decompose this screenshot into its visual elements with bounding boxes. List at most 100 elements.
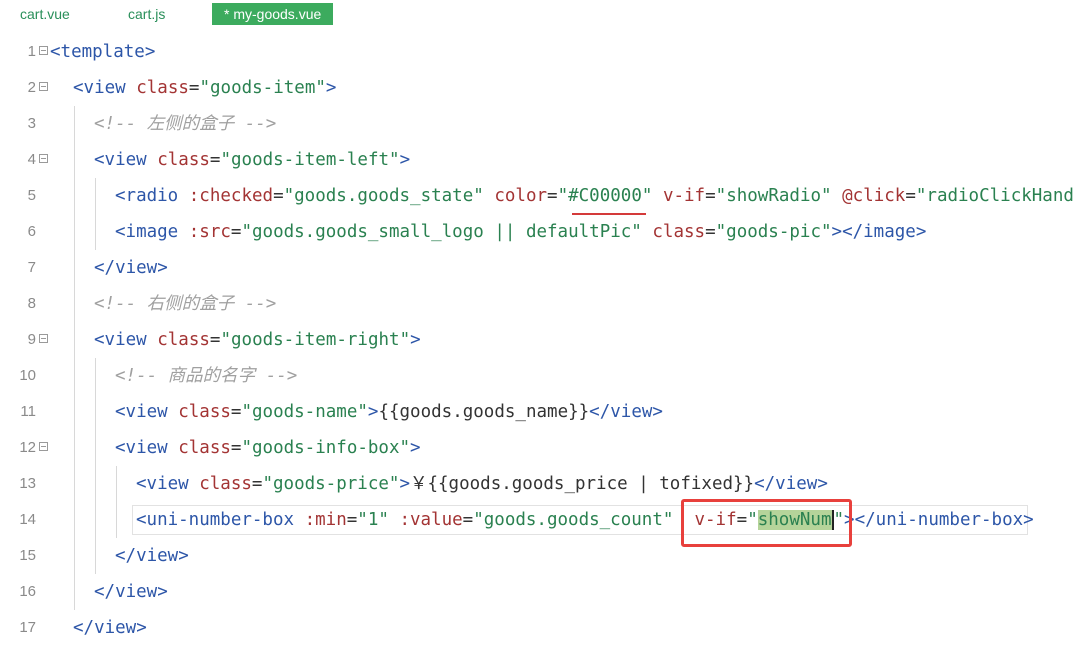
indent-guide (74, 322, 75, 358)
indent-guide (74, 142, 75, 178)
string-token: "1" (357, 510, 389, 530)
tag-token: </view> (94, 258, 168, 278)
indent-guide (95, 538, 96, 574)
attr-token: v-if (662, 186, 706, 206)
code-line: 5 <radio :checked="goods.goods_state" co… (0, 178, 1076, 214)
line-number: 4 (27, 151, 36, 168)
code-text: </view> (94, 250, 168, 286)
tag-token: </view> (754, 474, 828, 494)
code-text: <view class="goods-price">￥{{goods.goods… (136, 474, 828, 494)
code-text: <view class="goods-item-left"> (94, 142, 410, 178)
tag-token: </view> (589, 402, 663, 422)
code-text: <uni-number-box :min="1" :value="goods.g… (136, 510, 1034, 530)
indent-guide (74, 214, 75, 250)
indent-guide (74, 178, 75, 214)
indent-guide (74, 502, 75, 538)
code-text: <template> (50, 34, 155, 70)
string-token: "goods.goods_count" (473, 510, 674, 530)
fold-toggle-icon[interactable] (39, 442, 48, 451)
tag-token: > (399, 474, 410, 494)
fold-toggle-icon[interactable] (39, 46, 48, 55)
indent-guide (74, 250, 75, 286)
string-token: "#C00000" (557, 186, 653, 206)
tag-token: <view (94, 330, 147, 350)
tag-token: ></image> (831, 222, 927, 242)
tab-cart-js[interactable]: cart.js (128, 3, 165, 25)
tag-token: > (410, 438, 421, 458)
fold-toggle-icon[interactable] (39, 82, 48, 91)
string-token: "goods-info-box" (241, 438, 411, 458)
indent-guide (116, 502, 117, 538)
code-line: 16 </view> (0, 574, 1076, 610)
line-number: 2 (27, 79, 36, 96)
indent-guide (95, 358, 96, 394)
editor-tab-bar: cart.vue cart.js * my-goods.vue (0, 0, 1076, 30)
fold-toggle-icon[interactable] (39, 334, 48, 343)
indent-guide (95, 466, 96, 502)
code-line: 12 <view class="goods-info-box"> (0, 430, 1076, 466)
code-text: <!-- 左侧的盒子 --> (94, 106, 276, 142)
tag-token: <image (115, 222, 179, 242)
indent-guide (116, 466, 117, 502)
string-token: "goods-item-right" (220, 330, 411, 350)
comment-token: <!-- 右侧的盒子 --> (94, 294, 277, 314)
code-text: <view class="goods-info-box"> (115, 438, 421, 458)
tag-token: > (325, 78, 337, 98)
line-number: 8 (27, 295, 36, 312)
tab-my-goods-vue[interactable]: * my-goods.vue (212, 3, 334, 25)
indent-guide (74, 106, 75, 142)
indent-guide (74, 358, 75, 394)
lint-warning-underline (572, 213, 646, 215)
text-token: ￥{{goods.goods_price | tofixed}} (409, 474, 755, 494)
line-number: 5 (27, 187, 36, 204)
annotation-highlight-box (681, 499, 852, 547)
line-number: 1 (27, 43, 36, 60)
code-line: 3 <!-- 左侧的盒子 --> (0, 106, 1076, 142)
line-number: 9 (27, 331, 36, 348)
tag-token: <view (115, 402, 168, 422)
tag-token: <view (136, 474, 189, 494)
tag-token: <view (73, 78, 126, 98)
attr-token: class (136, 78, 189, 98)
indent-guide (95, 394, 96, 430)
code-line: 8 <!-- 右侧的盒子 --> (0, 286, 1076, 322)
tab-cart-vue[interactable]: cart.vue (20, 3, 70, 25)
attr-token: class (157, 330, 210, 350)
code-line: 1 <template> (0, 34, 1076, 70)
code-line-current: 14 <uni-number-box :min="1" :value="good… (0, 502, 1076, 538)
indent-guide (74, 538, 75, 574)
template-tag: <template> (50, 42, 156, 62)
line-number: 11 (20, 403, 36, 420)
code-editor[interactable]: 1 <template> 2 <view class="goods-item">… (0, 34, 1076, 660)
attr-token: :value (399, 510, 463, 530)
eq-token: = (209, 150, 221, 170)
code-text: </view> (115, 538, 189, 574)
code-text: <image :src="goods.goods_small_logo || d… (115, 222, 927, 242)
string-token: "goods-name" (241, 402, 368, 422)
attr-token: class (157, 150, 210, 170)
line-number: 13 (19, 475, 36, 492)
attr-token: @click (842, 186, 906, 206)
line-number: 14 (19, 511, 36, 528)
indent-guide (74, 394, 75, 430)
tag-token: </uni-number-box> (854, 510, 1034, 530)
indent-guide (95, 430, 96, 466)
line-number: 17 (19, 619, 36, 636)
code-line: 13 <view class="goods-price">￥{{goods.go… (0, 466, 1076, 502)
tag-token: <uni-number-box (136, 510, 295, 530)
code-line: 15 </view> (0, 538, 1076, 574)
attr-token: class (652, 222, 706, 242)
comment-token: <!-- 商品的名字 --> (115, 366, 298, 386)
attr-token: :checked (188, 186, 274, 206)
line-number: 15 (19, 547, 36, 564)
indent-guide (74, 286, 75, 322)
code-line: 10 <!-- 商品的名字 --> (0, 358, 1076, 394)
line-number: 3 (27, 115, 36, 132)
fold-toggle-icon[interactable] (39, 154, 48, 163)
code-line: 4 <view class="goods-item-left"> (0, 142, 1076, 178)
tag-token: </view> (115, 546, 189, 566)
indent-guide (95, 214, 96, 250)
string-token: "goods-pic" (715, 222, 832, 242)
tag-token: > (410, 330, 421, 350)
attr-token: class (178, 438, 231, 458)
